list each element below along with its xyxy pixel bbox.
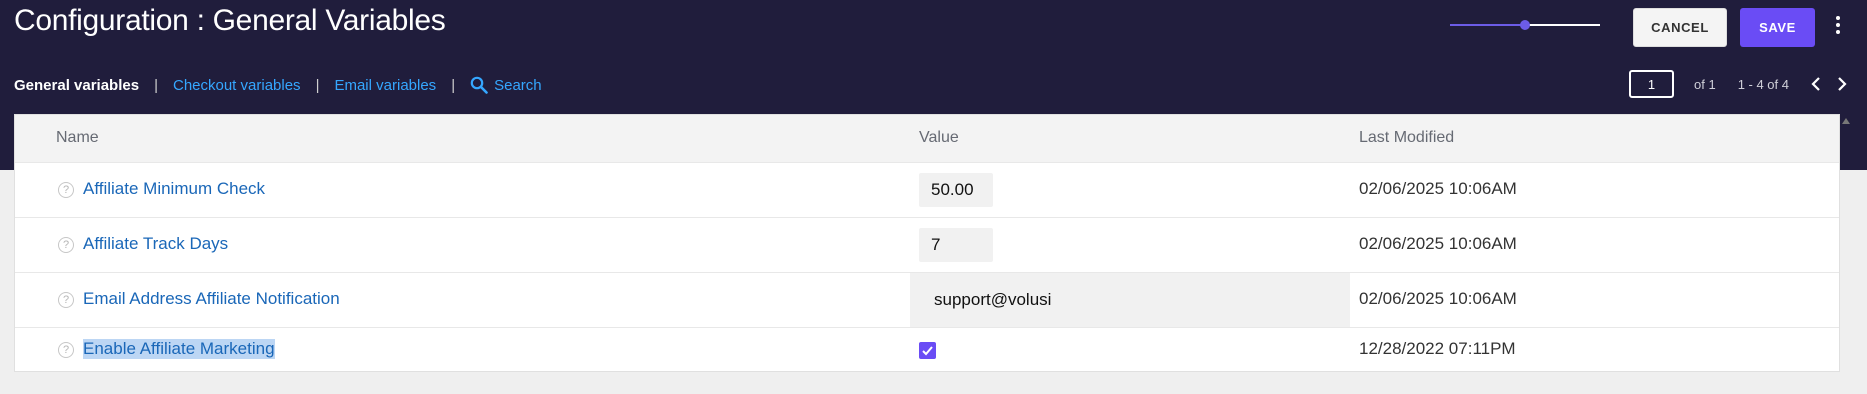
tab-separator: | (451, 76, 456, 94)
enable-checkbox[interactable] (919, 342, 936, 359)
checkmark-icon (922, 346, 933, 356)
tab-separator: | (154, 76, 158, 94)
page-number-input[interactable] (1629, 70, 1674, 98)
slider-knob[interactable] (1520, 20, 1530, 30)
value-input[interactable] (919, 228, 993, 262)
pagination: of 1 1 - 4 of 4 (1629, 70, 1849, 98)
tab-checkout-variables[interactable]: Checkout variables (173, 77, 301, 94)
tab-email-variables[interactable]: Email variables (334, 77, 436, 94)
help-icon[interactable]: ? (58, 342, 74, 358)
last-modified: 02/06/2025 10:06AM (1359, 234, 1517, 253)
help-icon[interactable]: ? (58, 292, 74, 308)
variable-name-link[interactable]: Enable Affiliate Marketing (83, 339, 275, 359)
zoom-slider[interactable] (1450, 19, 1600, 31)
variables-table: Name Value Last Modified ? Affiliate Min… (14, 114, 1840, 372)
page-title: Configuration : General Variables (14, 4, 446, 37)
help-icon[interactable]: ? (58, 237, 74, 253)
save-button[interactable]: SAVE (1740, 8, 1815, 47)
value-text: support@volusi (934, 290, 1052, 309)
tab-bar: General variables | Checkout variables |… (14, 75, 542, 95)
more-vertical-icon[interactable] (1832, 12, 1844, 38)
last-modified: 02/06/2025 10:06AM (1359, 179, 1517, 198)
column-header-last-modified[interactable]: Last Modified (1359, 115, 1454, 161)
last-modified: 12/28/2022 07:11PM (1359, 339, 1516, 358)
search-icon (470, 76, 488, 94)
value-input[interactable] (919, 173, 993, 207)
tab-general-variables[interactable]: General variables (14, 77, 139, 94)
chevron-right-icon[interactable] (1835, 74, 1849, 94)
cancel-button[interactable]: CANCEL (1633, 8, 1727, 47)
chevron-left-icon[interactable] (1809, 74, 1823, 94)
table-row: ? Email Address Affiliate Notification s… (15, 272, 1839, 327)
table-row: ? Affiliate Minimum Check 02/06/2025 10:… (15, 162, 1839, 217)
variable-name-link[interactable]: Email Address Affiliate Notification (83, 289, 340, 309)
slider-fill (1450, 24, 1525, 26)
column-header-name[interactable]: Name (56, 115, 99, 161)
variable-name-link[interactable]: Affiliate Track Days (83, 234, 228, 254)
scroll-up-arrow-icon[interactable] (1840, 116, 1852, 126)
page-count-label: of 1 (1694, 76, 1716, 92)
table-row: ? Affiliate Track Days 02/06/2025 10:06A… (15, 217, 1839, 272)
table-row: ? Enable Affiliate Marketing 12/28/2022 … (15, 327, 1839, 373)
variable-name-link[interactable]: Affiliate Minimum Check (83, 179, 265, 199)
value-input[interactable]: support@volusi (910, 273, 1350, 327)
search-link[interactable]: Search (470, 76, 542, 94)
help-icon[interactable]: ? (58, 182, 74, 198)
last-modified: 02/06/2025 10:06AM (1359, 289, 1517, 308)
tab-separator: | (315, 76, 320, 94)
range-label: 1 - 4 of 4 (1737, 76, 1789, 92)
column-header-value[interactable]: Value (919, 115, 959, 161)
search-label: Search (494, 76, 542, 94)
